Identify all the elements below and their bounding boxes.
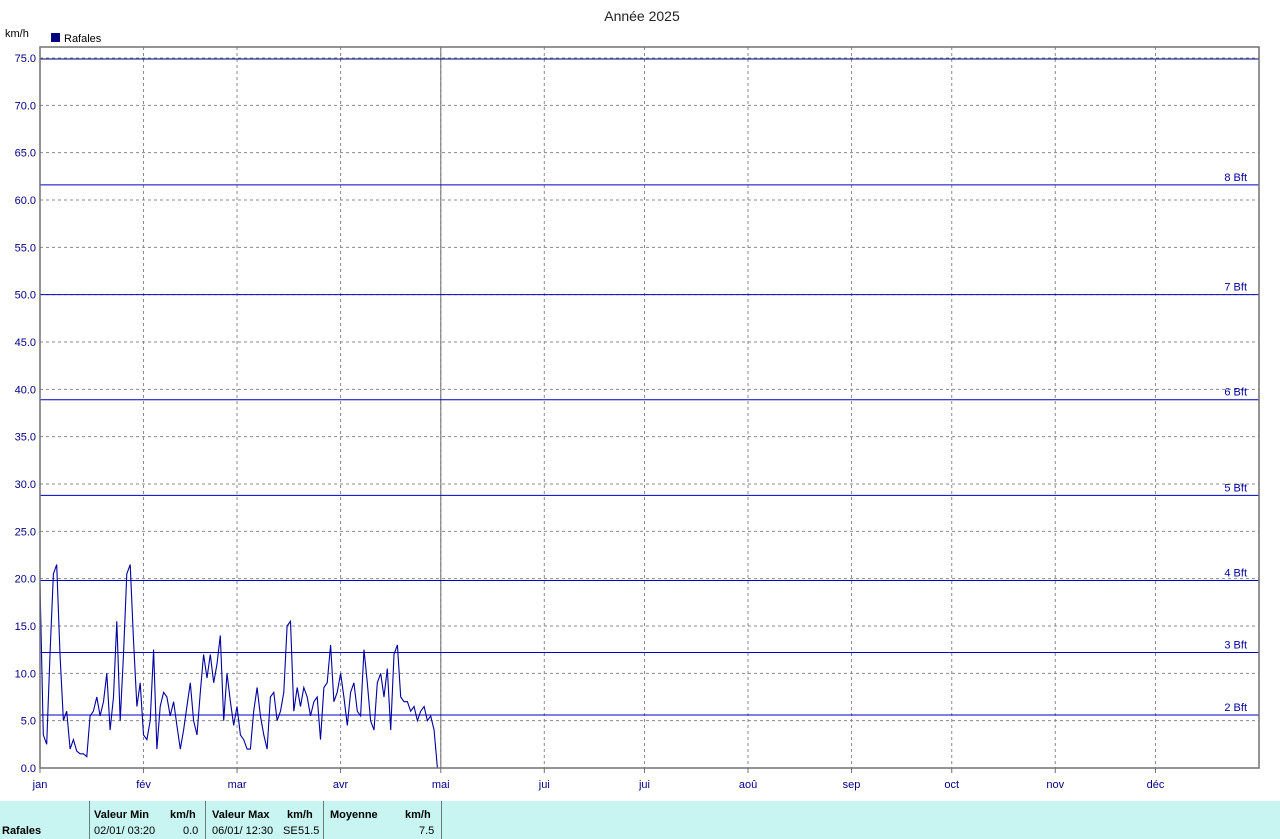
- y-axis-unit-label: km/h: [5, 28, 29, 40]
- grid-lines: [40, 47, 1259, 768]
- x-tick-label: fév: [136, 779, 151, 791]
- y-tick-label: 10.0: [15, 668, 36, 680]
- min-cell: Valeur Min km/h 02/01/ 03:20 0.0: [90, 801, 206, 839]
- max-header: Valeur Max: [212, 809, 270, 821]
- beaufort-label: 2 Bft: [1224, 702, 1247, 714]
- y-tick-label: 75.0: [15, 53, 36, 65]
- stats-row-label-cell: Rafales: [0, 801, 90, 839]
- x-tick-label: aoû: [739, 779, 757, 791]
- max-unit: km/h: [287, 809, 313, 821]
- x-tick-label: sep: [843, 779, 861, 791]
- avg-value: 7.5: [419, 825, 435, 837]
- y-tick-label: 55.0: [15, 242, 36, 254]
- y-tick-label: 70.0: [15, 100, 36, 112]
- legend-label: Rafales: [64, 33, 102, 45]
- series-layer: [39, 564, 438, 769]
- y-tick-label: 35.0: [15, 432, 36, 444]
- min-unit: km/h: [170, 809, 196, 821]
- beaufort-label: 6 Bft: [1224, 387, 1247, 399]
- x-tick-label: nov: [1046, 779, 1064, 791]
- max-value: 51.5: [298, 825, 320, 837]
- y-tick-label: 65.0: [15, 148, 36, 160]
- legend-swatch: [51, 33, 60, 42]
- y-tick-label: 60.0: [15, 195, 36, 207]
- y-tick-label: 25.0: [15, 526, 36, 538]
- x-tick-label: mai: [432, 779, 450, 791]
- x-tick-label: oct: [944, 779, 959, 791]
- x-tick-label: jui: [538, 779, 550, 791]
- beaufort-label: 7 Bft: [1224, 282, 1247, 294]
- plot-frame: [39, 46, 1260, 769]
- series-line-rafales: [39, 564, 438, 769]
- min-date: 02/01/ 03:20: [94, 825, 156, 837]
- y-tick-label: 45.0: [15, 337, 36, 349]
- y-axis-ticks: 0.0 5.0 10.0 15.0 20.0 25.0 30.0 35.0 40.0 45.0 50…: [15, 53, 36, 775]
- avg-unit: km/h: [405, 809, 431, 821]
- avg-cell: Moyenne km/h 7.5: [324, 801, 442, 839]
- x-tick-label: avr: [333, 779, 349, 791]
- y-tick-label: 5.0: [21, 716, 36, 728]
- gust-chart: Année 2025 km/h Rafales 2 Bft 3 Bft 4 Bft 5…: [5, 8, 1260, 791]
- y-tick-label: 20.0: [15, 574, 36, 586]
- y-tick-label: 40.0: [15, 384, 36, 396]
- stats-row-label: Rafales: [2, 825, 42, 837]
- x-tick-label: déc: [1147, 779, 1165, 791]
- max-date: 06/01/ 12:30: [212, 825, 274, 837]
- max-direction: SE: [283, 825, 298, 837]
- x-tick-label: jan: [32, 779, 48, 791]
- x-axis-ticks: jan fév mar avr mai jui jui aoû sep oct nov déc: [32, 768, 1165, 791]
- chart-title: Année 2025: [604, 8, 680, 24]
- beaufort-lines: 2 Bft 3 Bft 4 Bft 5 Bft 6 Bft 7 Bft 8 Bft: [40, 58, 1259, 716]
- max-cell: Valeur Max km/h 06/01/ 12:30 SE 51.5: [206, 801, 324, 839]
- beaufort-label: 8 Bft: [1224, 172, 1247, 184]
- beaufort-label: 3 Bft: [1224, 640, 1247, 652]
- y-tick-label: 0.0: [21, 763, 36, 775]
- beaufort-label: 4 Bft: [1224, 568, 1247, 580]
- min-value: 0.0: [183, 825, 199, 837]
- beaufort-label: 5 Bft: [1224, 482, 1247, 494]
- y-tick-label: 15.0: [15, 621, 36, 633]
- avg-header: Moyenne: [330, 809, 378, 821]
- y-tick-label: 30.0: [15, 479, 36, 491]
- y-tick-label: 50.0: [15, 290, 36, 302]
- min-header: Valeur Min: [94, 809, 150, 821]
- x-tick-label: jui: [638, 779, 650, 791]
- x-tick-label: mar: [228, 779, 247, 791]
- stats-table: Rafales Valeur Min km/h 02/01/ 03:20 0.0…: [0, 801, 1280, 839]
